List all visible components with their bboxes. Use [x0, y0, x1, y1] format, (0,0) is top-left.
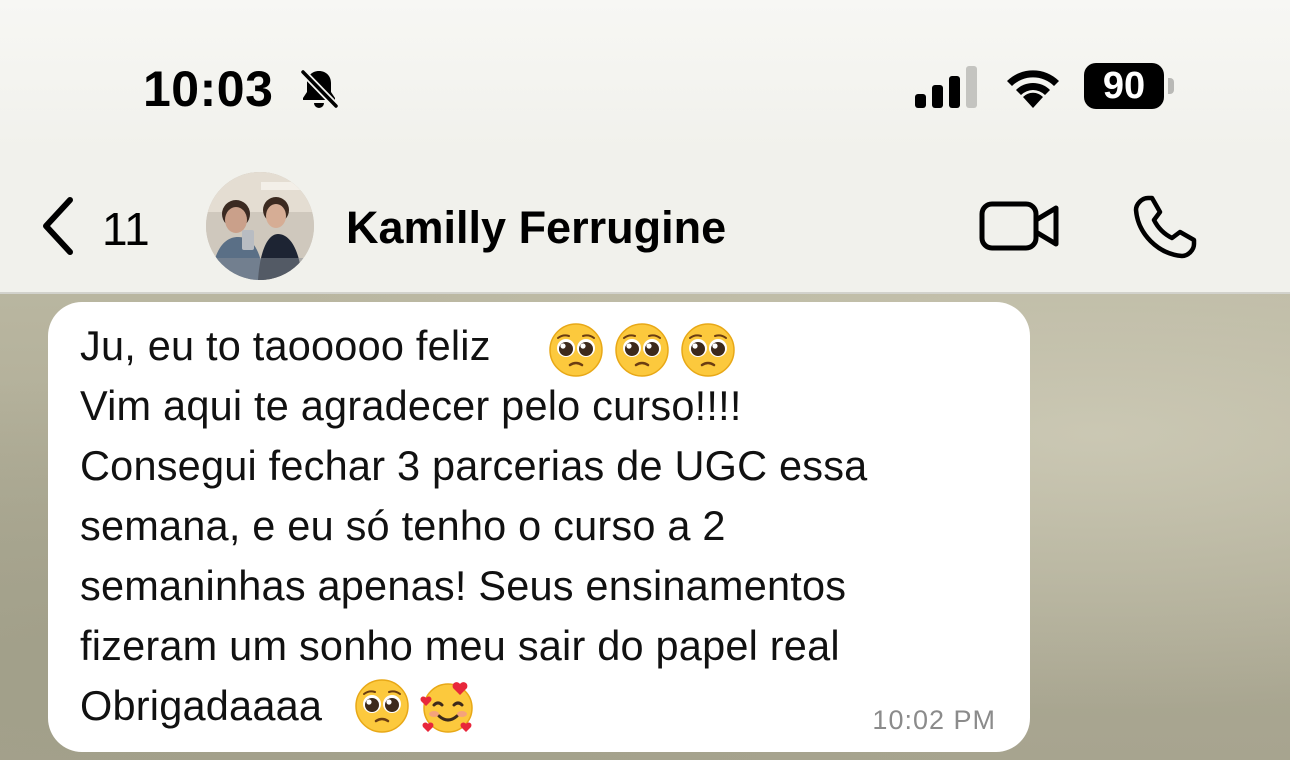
wifi-icon — [1007, 70, 1059, 108]
status-bar: 10:03 90 — [0, 0, 1290, 150]
pleading-face-icon — [615, 323, 669, 377]
message-line-1: Ju, eu to taooooo feliz — [80, 322, 491, 369]
unread-count: 11 — [102, 203, 150, 255]
smiling-face-with-hearts-icon — [420, 682, 473, 733]
message-line-4: semana, e eu só tenho o curso a 2 — [80, 502, 726, 549]
back-button[interactable]: 11 — [30, 192, 170, 262]
emoji-row-1 — [548, 322, 736, 378]
pleading-face-icon — [355, 679, 409, 733]
bell-muted-icon — [299, 68, 340, 110]
chat-header: 11 Kamilly Ferrugine — [0, 150, 1290, 294]
message-timestamp: 10:02 PM — [872, 705, 996, 735]
battery-level: 90 — [1102, 65, 1146, 107]
phone-icon[interactable] — [1128, 190, 1202, 264]
avatar-photo — [206, 172, 314, 280]
battery-cap — [1168, 78, 1174, 94]
message-line-7: Obrigadaaaa — [80, 682, 323, 729]
video-call-icon[interactable] — [978, 194, 1062, 258]
chat-background: Ju, eu to taooooo feliz Vim aqui te agra… — [0, 294, 1290, 760]
battery-icon: 90 — [1084, 63, 1164, 109]
message-bubble[interactable]: Ju, eu to taooooo feliz Vim aqui te agra… — [48, 302, 1030, 752]
message-line-5: semaninhas apenas! Seus ensinamentos — [80, 562, 847, 609]
emoji-row-last — [354, 678, 476, 734]
message-line-3: Consegui fechar 3 parcerias de UGC essa — [80, 442, 868, 489]
signal-icon — [915, 66, 977, 108]
message-line-6: fizeram um sonho meu sair do papel real — [80, 622, 840, 669]
chevron-left-icon — [43, 197, 73, 255]
avatar[interactable] — [206, 172, 314, 280]
contact-name[interactable]: Kamilly Ferrugine — [346, 202, 726, 254]
pleading-face-icon — [549, 323, 603, 377]
message-line-2: Vim aqui te agradecer pelo curso!!!! — [80, 382, 742, 429]
pleading-face-icon — [681, 323, 735, 377]
status-time: 10:03 — [143, 61, 274, 117]
